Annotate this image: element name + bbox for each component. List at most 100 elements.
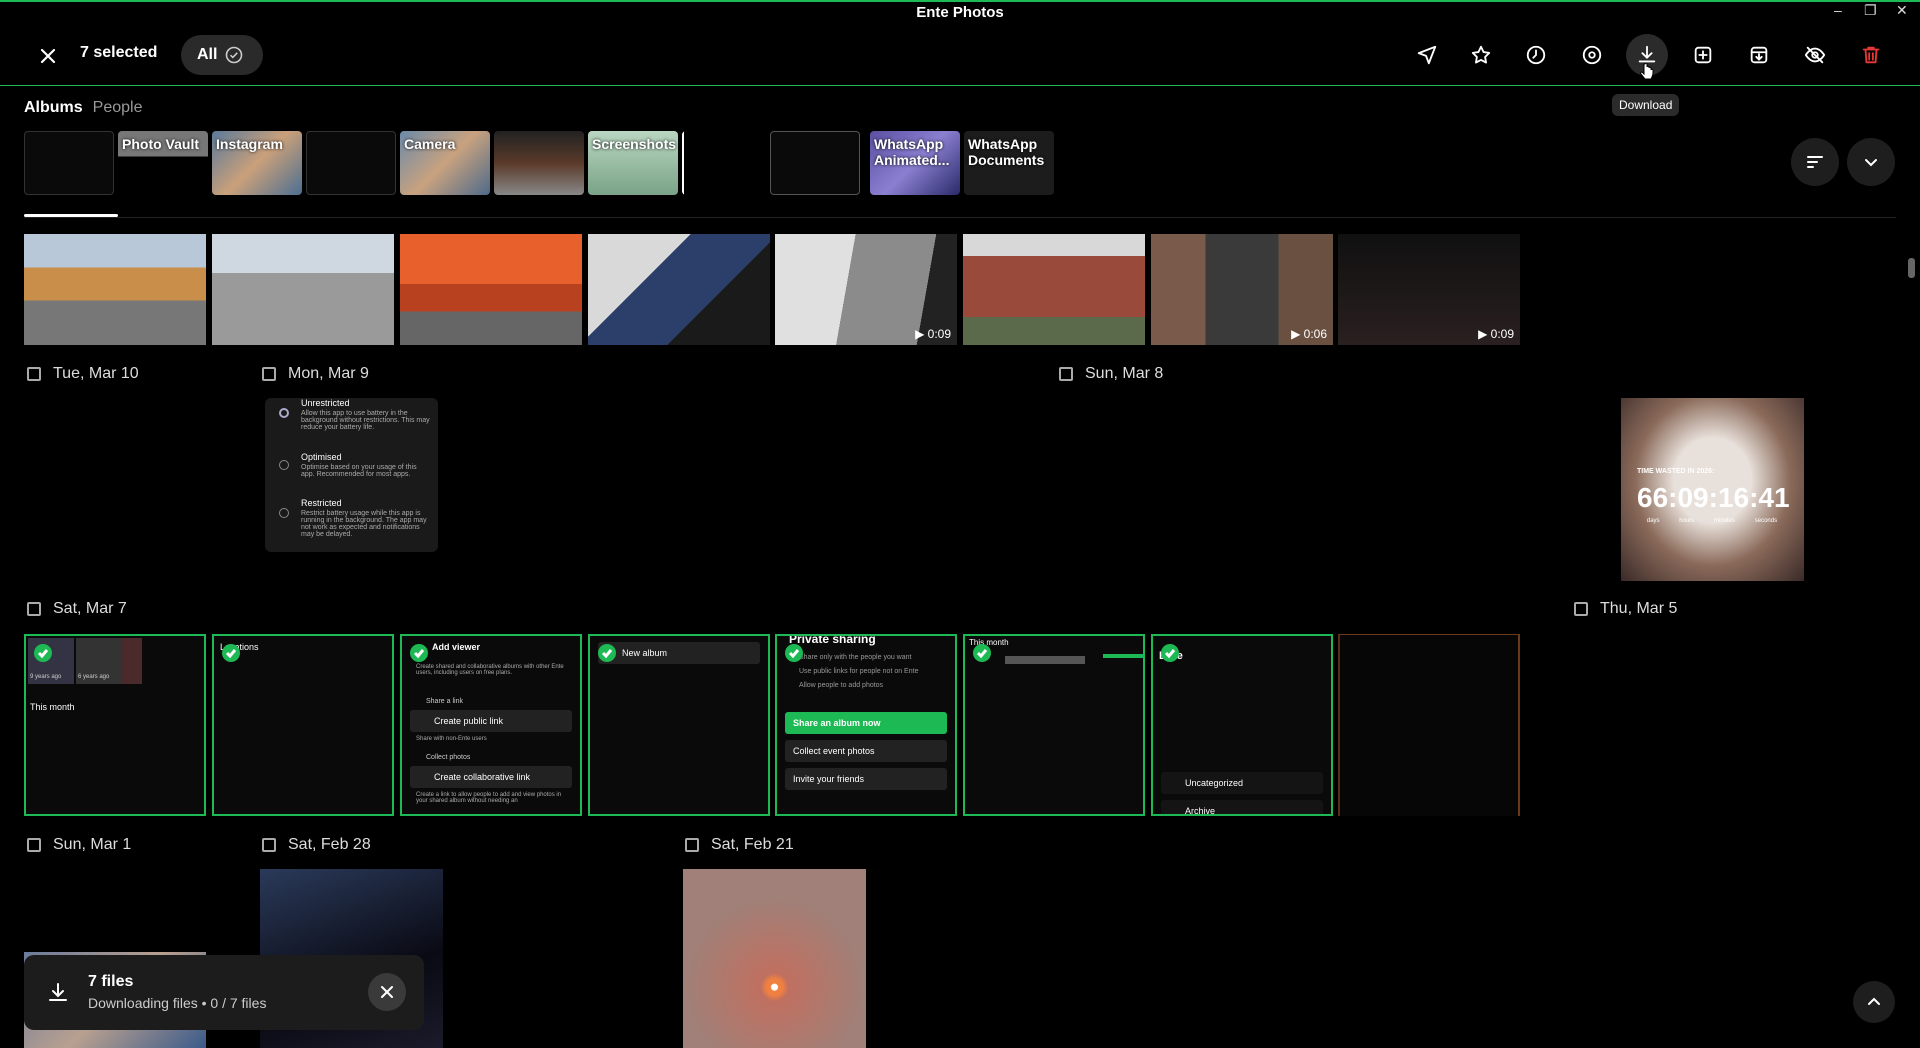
tab-people[interactable]: People [93, 99, 143, 117]
scrollbar-thumb[interactable] [1908, 258, 1915, 278]
expand-albums-button[interactable] [1847, 138, 1895, 186]
date-select-checkbox[interactable] [685, 838, 699, 852]
selected-photo-tile[interactable]: New album [588, 634, 770, 816]
selected-photo-tile[interactable]: This month [963, 634, 1145, 816]
album-card[interactable] [682, 131, 768, 195]
photo-thumbnail[interactable] [1338, 634, 1520, 816]
album-card[interactable]: Camera [400, 131, 490, 195]
date-select-checkbox[interactable] [27, 838, 41, 852]
video-thumbnail[interactable]: ▶ 0:06 [1151, 234, 1333, 345]
photo-thumbnail[interactable] [588, 234, 770, 345]
selected-photo-tile[interactable]: Add viewer Create shared and collaborati… [400, 634, 582, 816]
minimize-button[interactable]: – [1834, 2, 1842, 18]
section-desc: Use public links for people not on Ente [799, 668, 919, 675]
date-label: Sat, Mar 7 [53, 600, 127, 617]
timer-value: 66:09:16:41 [1637, 482, 1790, 513]
selected-check-icon [973, 644, 991, 662]
date-select-checkbox[interactable] [262, 838, 276, 852]
close-selection-icon[interactable] [38, 46, 58, 66]
share-button[interactable] [1406, 34, 1448, 76]
album-label: WhatsApp Animated... [874, 136, 950, 168]
video-thumbnail[interactable]: ▶ 0:09 [775, 234, 957, 345]
date-select-checkbox[interactable] [27, 602, 41, 616]
photo-thumbnail[interactable] [963, 234, 1145, 345]
date-header[interactable]: Sat, Feb 21 [685, 836, 794, 854]
date-header[interactable]: Thu, Mar 5 [1574, 600, 1677, 618]
album-card[interactable] [494, 131, 584, 195]
video-thumbnail[interactable]: ▶ 0:09 [1338, 234, 1520, 345]
selected-photo-tile[interactable]: Ente Uncategorized Archive [1151, 634, 1333, 816]
maximize-button[interactable]: ❐ [1864, 2, 1877, 19]
archive-icon [1750, 46, 1768, 64]
date-label: Sat, Feb 21 [711, 836, 794, 853]
album-label: Camera [404, 136, 456, 152]
section-title: Add viewer [432, 642, 481, 652]
sunset-photo-thumbnail[interactable] [683, 869, 866, 1048]
scroll-to-top-button[interactable] [1853, 981, 1895, 1023]
timer-units: days hours minutes seconds [1637, 518, 1787, 524]
album-card[interactable]: Screenshots [588, 131, 678, 195]
create-collab-link-row: Create collaborative link [410, 766, 572, 788]
photo-thumbnail[interactable] [400, 234, 582, 345]
selected-photo-tile[interactable]: Private sharing Share only with the peop… [775, 634, 957, 816]
date-header[interactable]: Sat, Feb 28 [262, 836, 371, 854]
date-select-checkbox[interactable] [1059, 367, 1073, 381]
archive-button[interactable] [1738, 34, 1780, 76]
album-card[interactable] [770, 131, 860, 195]
date-header[interactable]: Tue, Mar 10 [27, 365, 139, 383]
album-card[interactable]: WhatsApp Documents [964, 131, 1054, 195]
timer-screenshot-thumbnail[interactable]: TIME WASTED IN 2026: 66:09:16:41 days ho… [1621, 398, 1804, 581]
section-label: Share a link [426, 698, 463, 705]
date-header[interactable]: Sun, Mar 1 [27, 836, 131, 854]
hide-icon [1804, 46, 1826, 64]
date-select-checkbox[interactable] [27, 367, 41, 381]
timer-unit: days [1646, 518, 1660, 524]
date-label: Sun, Mar 1 [53, 836, 132, 853]
section-desc: Create shared and collaborative albums w… [416, 664, 564, 676]
toast-close-button[interactable] [368, 973, 406, 1011]
date-header[interactable]: Mon, Mar 9 [262, 365, 369, 383]
date-select-checkbox[interactable] [262, 367, 276, 381]
gallery-tabs: Albums People [24, 99, 143, 117]
hide-button[interactable] [1794, 34, 1836, 76]
favorite-button[interactable] [1460, 34, 1502, 76]
edit-location-button[interactable] [1571, 34, 1613, 76]
battery-option-title: Restricted [301, 498, 342, 508]
active-tab-indicator [24, 214, 118, 217]
battery-screenshot-thumbnail[interactable]: Unrestricted Allow this app to use batte… [265, 398, 438, 552]
select-all-button[interactable]: All [181, 35, 263, 75]
download-progress-toast: 7 files Downloading files • 0 / 7 files [24, 955, 424, 1030]
sort-albums-button[interactable] [1791, 138, 1839, 186]
edit-time-button[interactable] [1515, 34, 1557, 76]
photo-thumbnail[interactable] [24, 234, 206, 345]
album-card[interactable] [306, 131, 396, 195]
album-card[interactable] [24, 131, 114, 195]
radio-selected-icon [279, 408, 289, 418]
check-circle-icon [226, 46, 243, 64]
date-select-checkbox[interactable] [1574, 602, 1588, 616]
selected-photo-tile[interactable]: 9 years ago 6 years ago This month [24, 634, 206, 816]
add-to-album-button[interactable] [1682, 34, 1724, 76]
selected-check-icon [34, 644, 52, 662]
collect-event-photos-row: Collect event photos [785, 740, 947, 762]
photo-thumbnail[interactable] [212, 234, 394, 345]
battery-option-title: Optimised [301, 452, 342, 462]
close-window-button[interactable]: ✕ [1896, 2, 1908, 19]
uncategorized-row: Uncategorized [1161, 772, 1323, 794]
toast-subtitle: Downloading files • 0 / 7 files [88, 995, 267, 1011]
tab-albums[interactable]: Albums [24, 99, 83, 117]
scrollbar[interactable] [1907, 240, 1915, 1040]
radio-icon [279, 460, 289, 470]
selected-photo-tile[interactable]: Locations [212, 634, 394, 816]
radio-icon [279, 508, 289, 518]
album-card[interactable]: WhatsApp Animated... [870, 131, 960, 195]
date-header[interactable]: Sat, Mar 7 [27, 600, 127, 618]
delete-button[interactable] [1850, 34, 1892, 76]
date-header[interactable]: Sun, Mar 8 [1059, 365, 1163, 383]
album-card[interactable]: Instagram [212, 131, 302, 195]
share-icon [1417, 45, 1437, 65]
selection-toolbar: 7 selected All [0, 26, 1920, 86]
selected-count: 7 selected [80, 44, 158, 61]
battery-option-title: Unrestricted [301, 398, 350, 408]
album-card[interactable]: Photo Vault [118, 131, 208, 195]
